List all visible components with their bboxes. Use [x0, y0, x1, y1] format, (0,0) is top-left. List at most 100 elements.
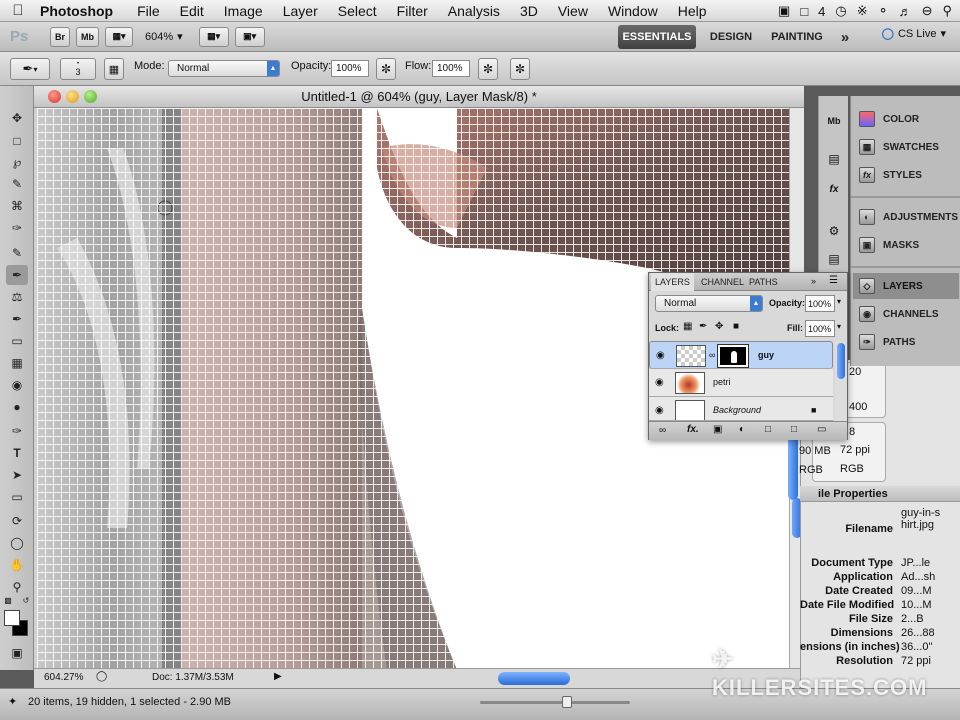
move-tool-icon[interactable]: ✥: [6, 108, 28, 128]
layer-opacity-input[interactable]: 100%: [805, 295, 835, 312]
dock-adjustments[interactable]: ◐ ADJUSTMENTS: [853, 204, 959, 230]
horizontal-scroll-thumb[interactable]: [498, 672, 570, 685]
tab-layers[interactable]: LAYERS: [651, 273, 694, 291]
blend-mode-select[interactable]: Normal ▲: [655, 295, 763, 312]
menu-view[interactable]: View: [548, 3, 598, 19]
slider-knob[interactable]: [562, 696, 572, 708]
adjustment-layer-icon[interactable]: ◐: [739, 424, 745, 435]
dock-masks[interactable]: ▣ MASKS: [853, 232, 959, 258]
volume-icon[interactable]: ♬: [899, 4, 912, 19]
flow-input[interactable]: 100%: [432, 60, 470, 77]
default-colors-icon[interactable]: ▩: [2, 595, 14, 605]
status-menu-arrow-icon[interactable]: ▶: [274, 671, 282, 682]
workspace-more[interactable]: »: [834, 25, 856, 49]
dock-paths[interactable]: ✑ PATHS: [853, 329, 959, 355]
tablet-size-pressure-icon[interactable]: ✼: [510, 58, 530, 80]
apple-icon[interactable]: : [0, 2, 36, 19]
menu-window[interactable]: Window: [598, 3, 668, 19]
status-icon[interactable]: ◯: [96, 671, 107, 682]
workspace-design[interactable]: DESIGN: [704, 25, 758, 49]
visibility-eye-icon[interactable]: ◉: [655, 377, 664, 388]
menu-select[interactable]: Select: [328, 3, 387, 19]
layers-scrollbar[interactable]: [835, 341, 847, 421]
eraser-tool-icon[interactable]: ▭: [6, 331, 28, 351]
zoom-tool-icon[interactable]: ⚲: [6, 577, 28, 597]
tablet-opacity-pressure-icon[interactable]: ✼: [376, 58, 396, 80]
cs-live-button[interactable]: ◯ CS Live ▾: [882, 27, 946, 41]
brush-panel-toggle[interactable]: ▦: [104, 58, 124, 80]
lock-transparency-icon[interactable]: ▦: [683, 321, 692, 332]
layer-style-icon[interactable]: fx.: [687, 424, 699, 435]
image-panel-icon[interactable]: ▤: [825, 250, 843, 268]
marquee-tool-icon[interactable]: □: [6, 131, 28, 151]
extras-dropdown[interactable]: ▦▾: [105, 26, 134, 47]
file-properties-header[interactable]: ile Properties: [800, 486, 960, 502]
mini-bridge-panel-icon[interactable]: Mb: [825, 112, 843, 130]
mode-select[interactable]: Normal ▲: [168, 60, 280, 77]
foreground-color-swatch[interactable]: [4, 610, 20, 626]
bluetooth-icon[interactable]: ※: [857, 3, 868, 19]
eyedropper-tool-icon[interactable]: ✑: [6, 218, 28, 238]
link-chain-icon[interactable]: ∞: [709, 350, 715, 360]
lock-position-icon[interactable]: ✥: [715, 321, 723, 332]
lock-all-icon[interactable]: ■: [733, 321, 739, 332]
tab-paths[interactable]: PATHS: [745, 273, 782, 291]
adobe-updates-icon[interactable]: □: [800, 4, 808, 19]
zoom-window-icon[interactable]: [84, 90, 97, 103]
swap-colors-icon[interactable]: ↺: [20, 595, 32, 605]
layer-name[interactable]: Background: [713, 405, 761, 415]
fx-panel-icon[interactable]: fx: [825, 180, 843, 198]
crop-tool-icon[interactable]: ⌘: [6, 196, 28, 216]
layers-scroll-thumb[interactable]: [837, 343, 845, 379]
workspace-painting[interactable]: PAINTING: [766, 25, 828, 49]
menu-image[interactable]: Image: [214, 3, 273, 19]
menu-help[interactable]: Help: [668, 3, 717, 19]
screen-mode-button[interactable]: ▣▾: [234, 26, 265, 47]
visibility-eye-icon[interactable]: ◉: [655, 405, 664, 416]
minimize-window-icon[interactable]: [66, 90, 79, 103]
zoom-dropdown[interactable]: 604% ▾: [145, 30, 183, 44]
trash-icon[interactable]: ▭: [817, 424, 826, 435]
dock-layers[interactable]: ◇ LAYERS: [853, 273, 959, 299]
spot-healing-tool-icon[interactable]: ✎: [6, 243, 28, 263]
panel-menu-icon[interactable]: ☰: [829, 275, 838, 286]
history-brush-tool-icon[interactable]: ✒: [6, 309, 28, 329]
menu-layer[interactable]: Layer: [273, 3, 328, 19]
new-group-icon[interactable]: □: [765, 424, 771, 435]
layer-name[interactable]: guy: [758, 350, 774, 360]
quick-selection-tool-icon[interactable]: ✎: [6, 174, 28, 194]
3d-rotate-tool-icon[interactable]: ⟳: [6, 511, 28, 531]
camera-icon[interactable]: ▣: [778, 3, 790, 19]
quick-mask-icon[interactable]: ▣: [6, 643, 28, 663]
layer-mask-thumbnail[interactable]: [717, 344, 749, 368]
add-mask-icon[interactable]: ▣: [713, 424, 722, 435]
mini-bridge-button[interactable]: Mb: [76, 26, 100, 47]
dodge-tool-icon[interactable]: ●: [6, 397, 28, 417]
airbrush-icon[interactable]: ✼: [478, 58, 498, 80]
menu-app-name[interactable]: Photoshop: [36, 3, 127, 19]
shape-tool-icon[interactable]: ▭: [6, 487, 28, 507]
menu-3d[interactable]: 3D: [510, 3, 548, 19]
brush-tool-icon[interactable]: ✒: [6, 265, 28, 285]
chevron-down-icon[interactable]: ▾: [837, 297, 841, 306]
opacity-input[interactable]: 100%: [331, 60, 369, 77]
collapse-icon[interactable]: »: [811, 276, 816, 286]
wifi-icon[interactable]: ⚬: [878, 3, 889, 19]
gradient-tool-icon[interactable]: ▦: [6, 353, 28, 373]
dock-color[interactable]: COLOR: [853, 106, 959, 132]
pen-tool-icon[interactable]: ✑: [6, 421, 28, 441]
layer-name[interactable]: petri: [713, 377, 731, 387]
thumbnail-size-slider[interactable]: [480, 701, 630, 704]
menu-analysis[interactable]: Analysis: [438, 3, 510, 19]
bridge-button[interactable]: Br: [50, 26, 71, 47]
dock-swatches[interactable]: ▦ SWATCHES: [853, 134, 959, 160]
sync-icon[interactable]: ⊖: [922, 3, 933, 19]
path-selection-tool-icon[interactable]: ➤: [6, 465, 28, 485]
lasso-tool-icon[interactable]: ℘: [6, 152, 28, 172]
blur-tool-icon[interactable]: ◉: [6, 375, 28, 395]
new-layer-icon[interactable]: □: [791, 424, 797, 435]
workspace-essentials[interactable]: ESSENTIALS: [618, 25, 696, 49]
history-panel-icon[interactable]: ▤: [825, 150, 843, 168]
dock-styles[interactable]: fx STYLES: [853, 162, 959, 188]
layer-row-background[interactable]: ◉ Background ■: [649, 397, 833, 421]
